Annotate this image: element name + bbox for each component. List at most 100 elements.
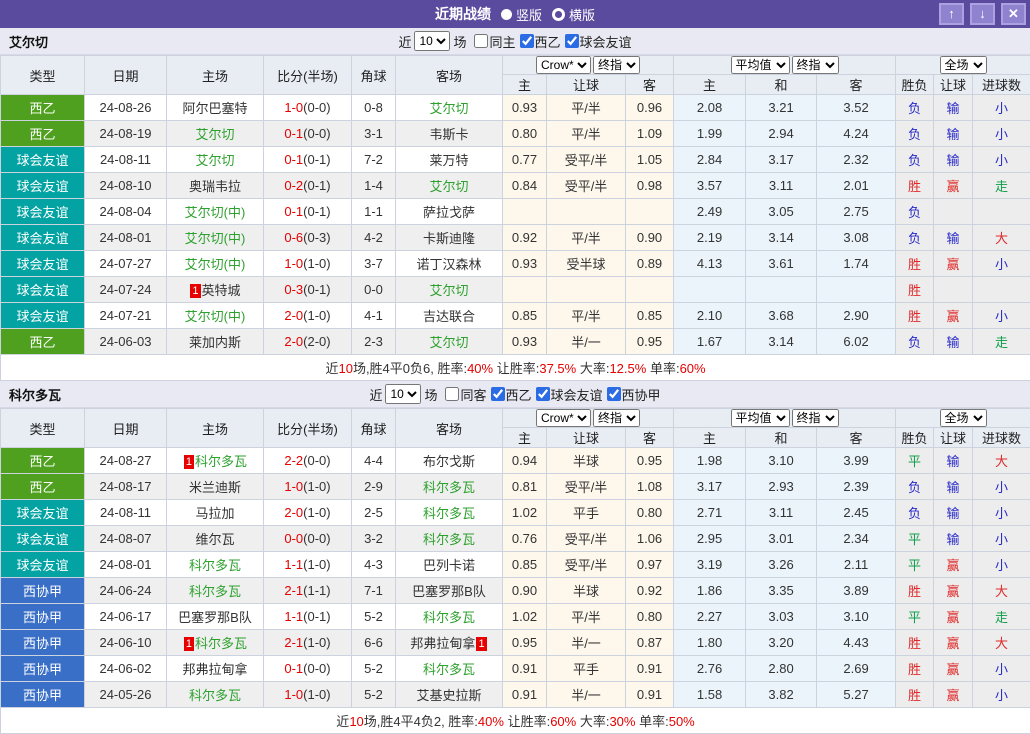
filter-checkbox-西乙[interactable]: 西乙 — [490, 385, 532, 404]
checkbox-input[interactable] — [520, 34, 534, 48]
result-flag: 输 — [934, 121, 973, 147]
filter-checkbox-同主[interactable]: 同主 — [469, 32, 515, 51]
average-odds: 2.95 — [674, 526, 746, 552]
halftime-score: (0-0) — [303, 100, 330, 115]
average-odds — [674, 277, 746, 303]
radio-vertical-layout[interactable]: 竖版 — [501, 5, 542, 24]
column-header: 客场 — [396, 409, 503, 448]
result-flag: 小 — [973, 526, 1030, 552]
average-odds: 3.89 — [817, 578, 896, 604]
match-date: 24-06-10 — [85, 630, 167, 656]
odds-company-select[interactable]: Crow* — [536, 409, 591, 427]
away-team: 邦弗拉甸拿1 — [396, 630, 503, 656]
handicap-odds: 受平/半 — [547, 147, 626, 173]
result-flag: 大 — [973, 448, 1030, 474]
halftime-score: (0-1) — [303, 178, 330, 193]
score: 1-0(1-0) — [264, 682, 352, 708]
odds-stage-select[interactable]: 终指 — [593, 56, 640, 74]
move-up-button[interactable]: ↑ — [939, 3, 964, 25]
checkbox-input[interactable] — [607, 387, 621, 401]
average-odds: 6.02 — [817, 329, 896, 355]
fulltime-score: 1-0 — [284, 100, 303, 115]
home-team: 维尔瓦 — [167, 526, 264, 552]
filter-checkbox-球会友谊[interactable]: 球会友谊 — [564, 32, 632, 51]
filter-checkbox-西协甲[interactable]: 西协甲 — [606, 385, 661, 404]
halftime-score: (1-0) — [303, 557, 330, 572]
scope-header: 全场 — [896, 409, 1030, 428]
window-buttons: ↑ ↓ ✕ — [939, 3, 1026, 25]
checkbox-input[interactable] — [474, 34, 488, 48]
handicap-odds: 1.09 — [626, 121, 674, 147]
move-down-button[interactable]: ↓ — [970, 3, 995, 25]
filter-label-near: 近 — [398, 32, 411, 51]
average-odds: 3.08 — [817, 225, 896, 251]
match-date: 24-06-02 — [85, 656, 167, 682]
handicap-odds — [547, 199, 626, 225]
scope-select[interactable]: 全场 — [940, 56, 987, 74]
team-label: 艾尔切 — [429, 179, 468, 194]
match-count-select[interactable]: 10 — [385, 384, 421, 404]
halftime-score: (0-1) — [303, 204, 330, 219]
avg-stage-select[interactable]: 终指 — [792, 409, 839, 427]
handicap-odds: 0.77 — [503, 147, 547, 173]
avg-stage-select[interactable]: 终指 — [792, 56, 839, 74]
result-flag: 胜 — [896, 251, 934, 277]
checkbox-input[interactable] — [445, 387, 459, 401]
handicap-odds: 0.85 — [503, 303, 547, 329]
scope-select[interactable]: 全场 — [940, 409, 987, 427]
corners: 2-9 — [352, 474, 396, 500]
result-sub-header: 让球 — [934, 75, 973, 95]
odds-company-select[interactable]: Crow* — [536, 56, 591, 74]
fulltime-score: 2-1 — [284, 635, 303, 650]
checkbox-input[interactable] — [565, 34, 579, 48]
team-label: 韦斯卡 — [429, 127, 468, 142]
checkbox-label: 西乙 — [535, 32, 561, 51]
odds-sub-header: 客 — [626, 428, 674, 448]
result-flag: 小 — [973, 656, 1030, 682]
corners: 4-2 — [352, 225, 396, 251]
filter-checkbox-同客[interactable]: 同客 — [440, 385, 486, 404]
average-odds: 5.27 — [817, 682, 896, 708]
average-odds: 2.80 — [746, 656, 817, 682]
result-flag: 小 — [973, 303, 1030, 329]
result-flag: 走 — [973, 329, 1030, 355]
league-type-badge: 西协甲 — [1, 630, 85, 656]
filter-checkbox-西乙[interactable]: 西乙 — [519, 32, 561, 51]
radio-horizontal-layout[interactable]: 横版 — [552, 5, 595, 24]
match-count-select[interactable]: 10 — [414, 31, 450, 51]
score: 0-1(0-0) — [264, 656, 352, 682]
avg-source-select[interactable]: 平均值 — [731, 56, 790, 74]
halftime-score: (0-3) — [303, 230, 330, 245]
team-label: 1科尔多瓦 — [183, 636, 247, 651]
column-header: 类型 — [1, 56, 85, 95]
result-flag: 大 — [973, 630, 1030, 656]
close-button[interactable]: ✕ — [1001, 3, 1026, 25]
average-odds: 4.43 — [817, 630, 896, 656]
result-flag: 平 — [896, 448, 934, 474]
filter-checkbox-球会友谊[interactable]: 球会友谊 — [535, 385, 603, 404]
team-label: 吉达联合 — [423, 309, 475, 324]
match-date: 24-05-26 — [85, 682, 167, 708]
avg-sub-header: 和 — [746, 428, 817, 448]
avg-source-select[interactable]: 平均值 — [731, 409, 790, 427]
halftime-score: (0-0) — [303, 453, 330, 468]
odds-stage-select[interactable]: 终指 — [593, 409, 640, 427]
checkbox-input[interactable] — [536, 387, 550, 401]
handicap-odds: 0.91 — [626, 682, 674, 708]
result-flag — [973, 199, 1030, 225]
home-team: 艾尔切 — [167, 147, 264, 173]
average-odds: 1.67 — [674, 329, 746, 355]
average-odds: 2.45 — [817, 500, 896, 526]
handicap-odds: 平/半 — [547, 604, 626, 630]
league-type-badge: 球会友谊 — [1, 173, 85, 199]
handicap-odds: 平/半 — [547, 225, 626, 251]
home-team: 科尔多瓦 — [167, 578, 264, 604]
summary-line: 近10场,胜4平0负6, 胜率:40% 让胜率:37.5% 大率:12.5% 单… — [1, 355, 1030, 381]
average-odds: 3.61 — [746, 251, 817, 277]
team-label: 巴塞罗那B队 — [412, 584, 486, 599]
team-filter-bar: 科尔多瓦近10场同客西乙球会友谊西协甲 — [0, 381, 1030, 408]
match-date: 24-07-24 — [85, 277, 167, 303]
fulltime-score: 2-1 — [284, 583, 303, 598]
checkbox-input[interactable] — [491, 387, 505, 401]
rank-badge: 1 — [184, 637, 194, 651]
